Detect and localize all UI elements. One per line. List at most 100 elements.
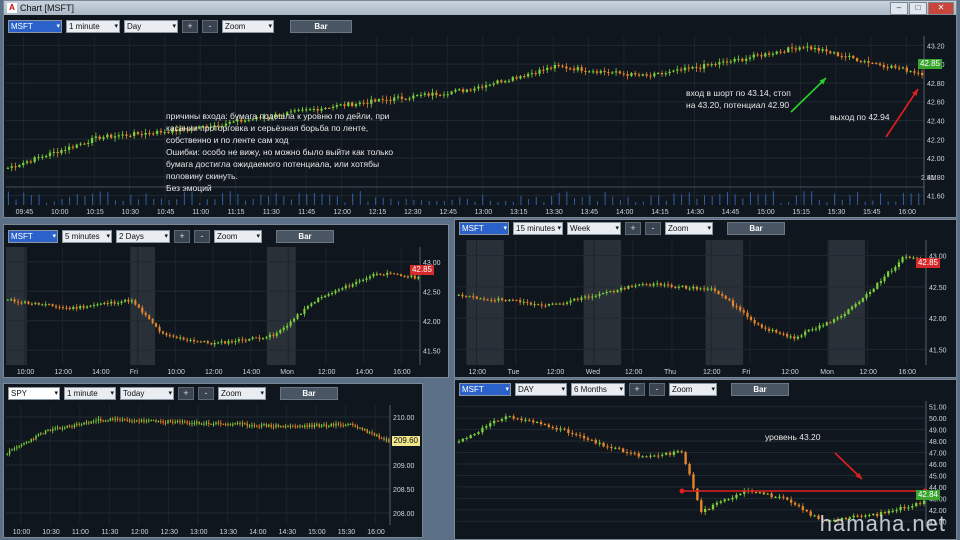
bar-type-button[interactable]: Bar <box>290 20 352 33</box>
bar-type-button[interactable]: Bar <box>276 230 334 243</box>
price-chart-15min[interactable]: 43.0042.5042.0041.5012:00Tue12:00Wed12:0… <box>457 236 954 377</box>
zoom-select[interactable]: Zoom ▾ <box>222 20 274 33</box>
symbol-input[interactable]: SPY ▾ <box>8 387 60 400</box>
candle-body <box>496 80 499 84</box>
range-select[interactable]: 2 Days ▾ <box>116 230 170 243</box>
candle-body <box>677 286 680 288</box>
bar-type-button[interactable]: Bar <box>727 222 785 235</box>
candle-body <box>796 336 800 339</box>
candle-body <box>565 66 568 69</box>
volume-bar <box>627 197 629 205</box>
bar-type-button[interactable]: Bar <box>280 387 338 400</box>
candle-body <box>486 299 489 301</box>
zoom-out-button[interactable]: - <box>649 383 665 396</box>
candle-body <box>695 66 698 68</box>
x-tick-label: 13:45 <box>581 209 599 216</box>
candle-body <box>212 423 215 425</box>
plot-spy[interactable]: 210.00209.50209.00208.50208.0010:0010:30… <box>6 401 420 537</box>
range-select[interactable]: 6 Months ▾ <box>571 383 625 396</box>
candle-body <box>188 423 191 425</box>
volume-bar <box>329 194 331 205</box>
session-shade <box>583 240 622 365</box>
volume-bar <box>902 192 904 205</box>
candle-body <box>248 425 251 427</box>
candle-body <box>199 341 202 343</box>
range-select[interactable]: Day ▾ <box>124 20 178 33</box>
zoom-out-button[interactable]: - <box>194 230 210 243</box>
candle-body <box>68 425 71 427</box>
candle-body <box>324 107 327 109</box>
candle-body <box>56 427 59 429</box>
zoom-out-button[interactable]: - <box>198 387 214 400</box>
candle-body <box>858 301 861 304</box>
candle-body <box>537 304 540 306</box>
interval-select[interactable]: 5 minutes ▾ <box>62 230 112 243</box>
zoom-select[interactable]: Zoom ▾ <box>214 230 262 243</box>
bar-type-button[interactable]: Bar <box>731 383 789 396</box>
volume-bar <box>69 196 71 205</box>
candle-body <box>918 503 922 505</box>
candle-body <box>733 58 736 62</box>
candle-body <box>825 322 828 326</box>
symbol-input[interactable]: MSFT ▾ <box>459 222 509 235</box>
candle-body <box>912 257 915 259</box>
zoom-select[interactable]: Zoom ▾ <box>218 387 266 400</box>
maximize-icon[interactable]: □ <box>909 2 927 15</box>
range-text: 2 Days <box>119 232 144 241</box>
symbol-input[interactable]: MSFT ▾ <box>459 383 511 396</box>
interval-select[interactable]: 1 minute ▾ <box>66 20 120 33</box>
candle-body <box>580 297 583 300</box>
candle-body <box>125 134 128 136</box>
symbol-input[interactable]: MSFT ▾ <box>8 20 62 33</box>
candle-body <box>641 74 645 76</box>
main-plot[interactable]: 43.2043.0042.8042.6042.4042.2042.0041.80… <box>6 34 954 217</box>
candle-body <box>674 286 677 288</box>
plot-15min[interactable]: 43.0042.5042.0041.5012:00Tue12:00Wed12:0… <box>457 236 954 377</box>
candle-body <box>37 157 40 159</box>
price-chart-5min[interactable]: 43.0042.5042.0041.5010:00 12:00 14:00 Fri 10… <box>6 243 446 377</box>
candle-body <box>368 276 372 279</box>
zoom-in-button[interactable]: + <box>178 387 194 400</box>
candle-body <box>539 421 543 425</box>
candle-body <box>47 429 49 431</box>
zoom-select[interactable]: Zoom ▾ <box>669 383 717 396</box>
volume-bar <box>497 202 499 205</box>
minimize-icon[interactable]: – <box>890 2 908 15</box>
price-chart-spy[interactable]: 210.00209.50209.00208.50208.0010:0010:30… <box>6 401 420 537</box>
interval-select[interactable]: 15 minutes ▾ <box>513 222 563 235</box>
candle-body <box>34 302 37 304</box>
candle-body <box>427 93 430 96</box>
candle-body <box>399 274 403 276</box>
zoom-in-button[interactable]: + <box>625 222 641 235</box>
interval-select[interactable]: 1 minute ▾ <box>64 387 116 400</box>
range-select[interactable]: Today ▾ <box>120 387 174 400</box>
interval-select[interactable]: DAY ▾ <box>515 383 567 396</box>
candle-body <box>80 424 83 426</box>
candle-body <box>861 298 864 302</box>
plot-5min[interactable]: 43.00 42.50 42.00 41.50 10:00 12:00 14:00 Fri 10… <box>6 243 446 377</box>
x-tick-label: Wed <box>586 369 600 376</box>
zoom-in-button[interactable]: + <box>629 383 645 396</box>
zoom-in-button[interactable]: + <box>182 20 198 33</box>
candle-body <box>832 319 836 323</box>
zoom-in-button[interactable]: + <box>174 230 190 243</box>
zoom-out-button[interactable]: - <box>202 20 218 33</box>
candle-body <box>164 422 167 424</box>
candle-body <box>327 293 330 296</box>
candle-body <box>887 271 890 277</box>
x-tick-label: 10:30 <box>42 529 60 536</box>
candle-body <box>320 297 323 299</box>
symbol-input[interactable]: MSFT ▾ <box>8 230 58 243</box>
candle-body <box>649 75 652 77</box>
zoom-select[interactable]: Zoom ▾ <box>665 222 713 235</box>
range-select[interactable]: Week ▾ <box>567 222 621 235</box>
candle-body <box>248 339 251 341</box>
candle-body <box>341 288 344 290</box>
candle-body <box>348 285 351 287</box>
candle-body <box>584 70 587 72</box>
zoom-out-button[interactable]: - <box>645 222 661 235</box>
watermark: hamaha.net <box>819 511 946 536</box>
close-icon[interactable]: ✕ <box>928 2 954 15</box>
volume-bar <box>76 193 78 205</box>
main-price-chart[interactable]: 43.2043.0042.8042.6042.4042.2042.0041.80… <box>6 34 954 217</box>
